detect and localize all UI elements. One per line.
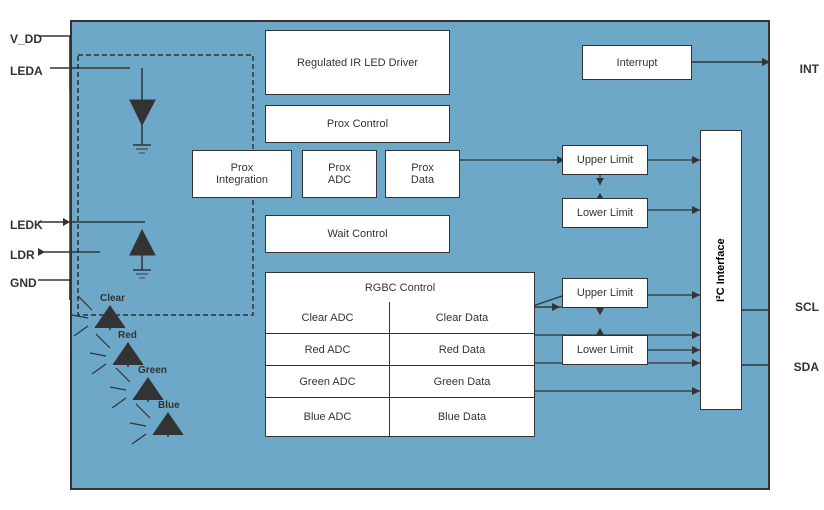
clear-adc-box: Clear ADC <box>265 302 390 334</box>
prox-control-label: Prox Control <box>327 118 388 130</box>
int-label: INT <box>800 62 819 76</box>
red-data-box: Red Data <box>390 334 535 366</box>
scl-label: SCL <box>795 300 819 314</box>
i2c-interface-label: I²C Interface <box>715 238 727 302</box>
clear-data-box: Clear Data <box>390 302 535 334</box>
lower-limit-2-label: Lower Limit <box>577 344 633 356</box>
prox-integration-label: ProxIntegration <box>216 162 268 186</box>
red-adc-label: Red ADC <box>305 344 351 356</box>
blue-led-label: Blue <box>158 400 180 411</box>
clear-adc-label: Clear ADC <box>302 312 354 324</box>
lower-limit-1-box: Lower Limit <box>562 198 648 228</box>
green-data-box: Green Data <box>390 366 535 398</box>
vdd-label: V_DD <box>10 32 42 46</box>
ledk-label: LEDK <box>10 218 43 232</box>
prox-adc-label: ProxADC <box>328 162 351 186</box>
upper-limit-1-label: Upper Limit <box>577 154 633 166</box>
clear-led-symbol <box>95 305 125 330</box>
green-adc-label: Green ADC <box>299 376 355 388</box>
prox-data-label: ProxData <box>411 162 434 186</box>
red-led-symbol <box>113 342 143 367</box>
prox-data-box: ProxData <box>385 150 460 198</box>
regulated-ir-led-box: Regulated IR LED Driver <box>265 30 450 95</box>
blue-adc-box: Blue ADC <box>265 398 390 437</box>
green-adc-box: Green ADC <box>265 366 390 398</box>
rgbc-control-label: RGBC Control <box>365 282 435 294</box>
red-adc-box: Red ADC <box>265 334 390 366</box>
red-data-label: Red Data <box>439 344 485 356</box>
green-data-label: Green Data <box>434 376 491 388</box>
interrupt-label: Interrupt <box>617 57 658 69</box>
lower-limit-2-box: Lower Limit <box>562 335 648 365</box>
blue-led-symbol <box>153 412 183 437</box>
blue-data-box: Blue Data <box>390 398 535 437</box>
green-led-symbol <box>133 377 163 402</box>
wait-control-box: Wait Control <box>265 215 450 253</box>
diagram-container: V_DD LEDA LEDK LDR GND INT SCL SDA <box>0 0 824 510</box>
blue-data-label: Blue Data <box>438 411 486 423</box>
prox-adc-box: ProxADC <box>302 150 377 198</box>
lower-limit-1-label: Lower Limit <box>577 207 633 219</box>
upper-limit-1-box: Upper Limit <box>562 145 648 175</box>
rgbc-control-box: RGBC Control <box>265 272 535 302</box>
prox-control-box: Prox Control <box>265 105 450 143</box>
upper-limit-2-box: Upper Limit <box>562 278 648 308</box>
interrupt-box: Interrupt <box>582 45 692 80</box>
i2c-interface-box: I²C Interface <box>700 130 742 410</box>
upper-limit-2-label: Upper Limit <box>577 287 633 299</box>
clear-data-label: Clear Data <box>436 312 489 324</box>
regulated-ir-led-label: Regulated IR LED Driver <box>297 57 418 69</box>
wait-control-label: Wait Control <box>327 228 387 240</box>
clear-led-label: Clear <box>100 293 125 304</box>
sda-label: SDA <box>794 360 819 374</box>
gnd-label: GND <box>10 276 37 290</box>
blue-adc-label: Blue ADC <box>304 411 352 423</box>
prox-integration-box: ProxIntegration <box>192 150 292 198</box>
leda-label: LEDA <box>10 64 43 78</box>
ldr-label: LDR <box>10 248 35 262</box>
green-led-label: Green <box>138 365 167 376</box>
red-led-label: Red <box>118 330 137 341</box>
